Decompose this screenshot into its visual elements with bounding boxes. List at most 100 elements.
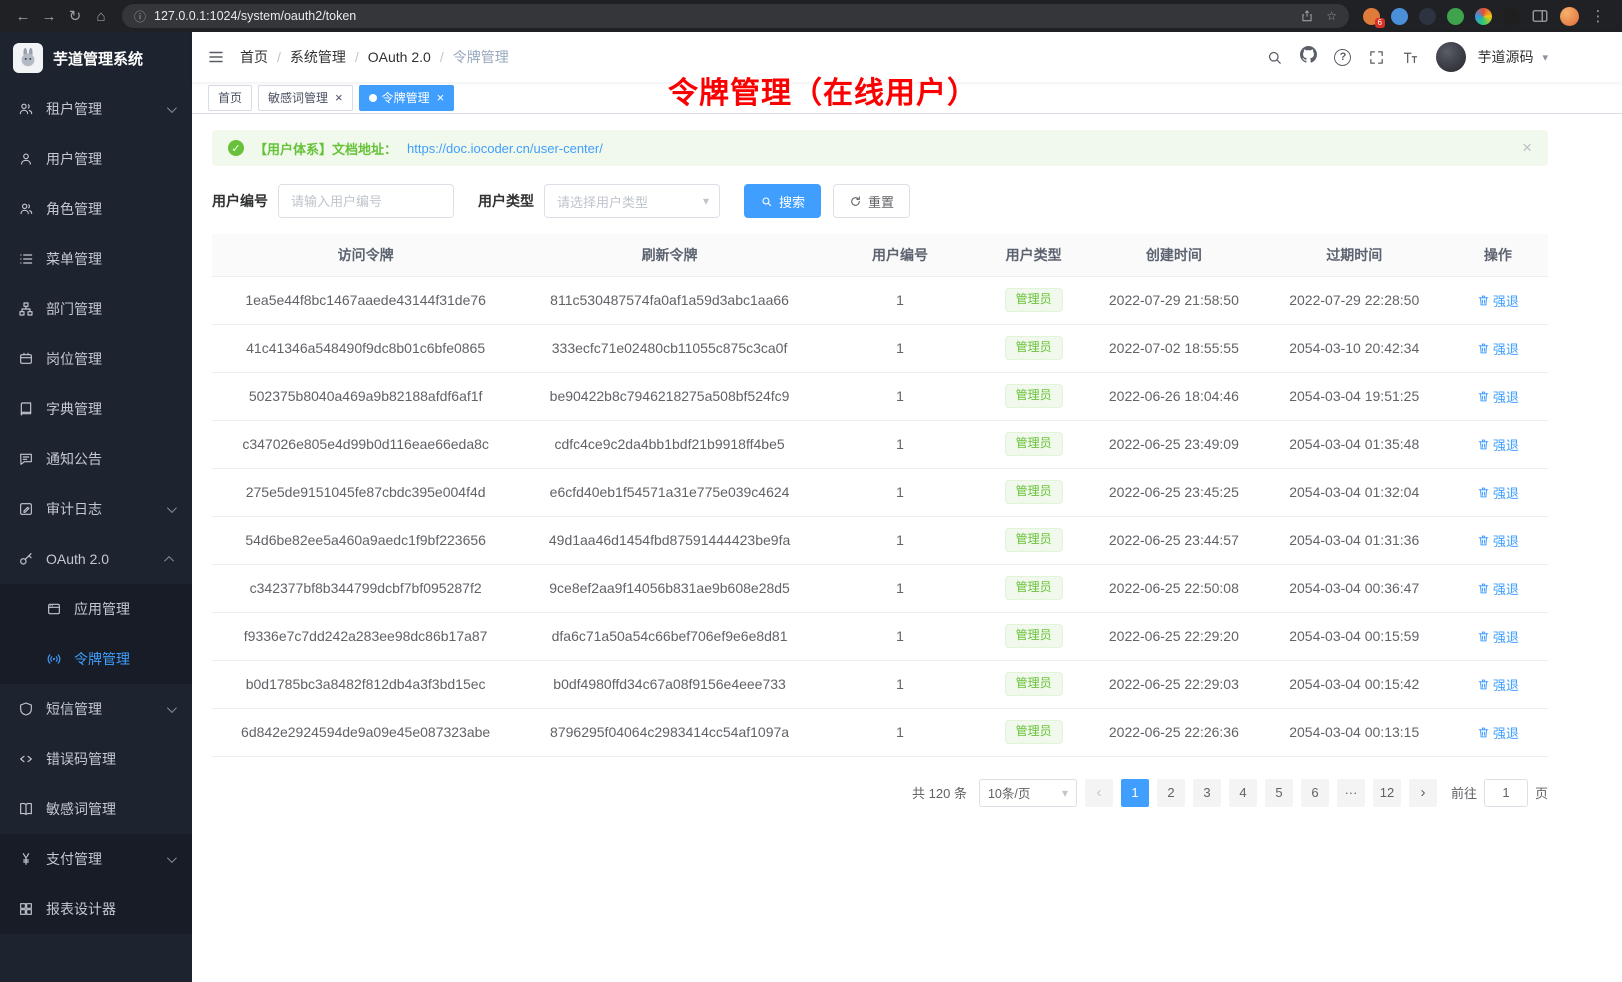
user-id-cell: 1 bbox=[820, 612, 980, 660]
action-cell: 强退 bbox=[1448, 564, 1548, 612]
sidebar-item-oauth[interactable]: OAuth 2.0 bbox=[0, 534, 192, 584]
app-logo[interactable]: 芋道管理系统 bbox=[0, 32, 192, 84]
back-icon[interactable]: ← bbox=[10, 3, 36, 29]
close-icon[interactable]: × bbox=[335, 91, 343, 104]
force-logout-link[interactable]: 强退 bbox=[1477, 723, 1519, 742]
sidebar-item-role[interactable]: 角色管理 bbox=[0, 184, 192, 234]
access-token-cell: 41c41346a548490f9dc8b01c6bfe0865 bbox=[212, 324, 519, 372]
force-logout-link[interactable]: 强退 bbox=[1477, 579, 1519, 598]
pager-page-5[interactable]: 5 bbox=[1265, 779, 1293, 807]
sidebar-item-notice[interactable]: 通知公告 bbox=[0, 434, 192, 484]
sidebar-item-sensitive-words[interactable]: 敏感词管理 bbox=[0, 784, 192, 834]
user-type-tag: 管理员 bbox=[1005, 336, 1063, 360]
grid-icon bbox=[18, 901, 34, 917]
extension-icon[interactable] bbox=[1503, 8, 1520, 25]
extension-icon[interactable]: 6 bbox=[1363, 8, 1380, 25]
help-icon[interactable]: ? bbox=[1334, 49, 1351, 66]
font-size-icon[interactable] bbox=[1402, 49, 1419, 66]
user-id-input[interactable] bbox=[278, 184, 454, 218]
sidebar-item-post[interactable]: 岗位管理 bbox=[0, 334, 192, 384]
tab-home[interactable]: 首页 bbox=[208, 85, 252, 111]
sidebar-item-audit-log[interactable]: 审计日志 bbox=[0, 484, 192, 534]
doc-link[interactable]: https://doc.iocoder.cn/user-center/ bbox=[407, 141, 603, 156]
goto-label: 前往 bbox=[1451, 783, 1477, 802]
breadcrumb-separator: / bbox=[355, 49, 359, 65]
browser-avatar[interactable] bbox=[1560, 7, 1579, 26]
next-page-button[interactable]: › bbox=[1409, 779, 1437, 807]
sidebar-item-app-management[interactable]: 应用管理 bbox=[0, 584, 192, 634]
sidebar-item-sms[interactable]: 短信管理 bbox=[0, 684, 192, 734]
search-button[interactable]: 搜索 bbox=[744, 184, 821, 218]
alert-close-icon[interactable]: × bbox=[1522, 138, 1532, 158]
created-time-cell: 2022-06-25 23:45:25 bbox=[1087, 468, 1261, 516]
force-logout-link[interactable]: 强退 bbox=[1477, 339, 1519, 358]
tab-sensitive-words[interactable]: 敏感词管理 × bbox=[258, 85, 353, 111]
user-type-cell: 管理员 bbox=[980, 612, 1087, 660]
pager-page-6[interactable]: 6 bbox=[1301, 779, 1329, 807]
created-time-cell: 2022-06-25 22:50:08 bbox=[1087, 564, 1261, 612]
reset-button[interactable]: 重置 bbox=[833, 184, 910, 218]
breadcrumb-item[interactable]: 首页 bbox=[240, 47, 268, 67]
sidebar-toggle-icon[interactable] bbox=[192, 32, 240, 82]
username[interactable]: 芋道源码 bbox=[1477, 47, 1533, 67]
search-icon[interactable] bbox=[1266, 49, 1283, 66]
sidebar-item-dict[interactable]: 字典管理 bbox=[0, 384, 192, 434]
sidebar-item-menu[interactable]: 菜单管理 bbox=[0, 234, 192, 284]
sidebar-item-report-designer[interactable]: 报表设计器 bbox=[0, 884, 192, 934]
sidebar-item-dept[interactable]: 部门管理 bbox=[0, 284, 192, 334]
site-info-icon[interactable]: ⓘ bbox=[134, 8, 146, 25]
extension-icon[interactable] bbox=[1419, 8, 1436, 25]
share-icon[interactable] bbox=[1300, 9, 1314, 23]
force-logout-link[interactable]: 强退 bbox=[1477, 483, 1519, 502]
sidebar-item-token-management[interactable]: 令牌管理 bbox=[0, 634, 192, 684]
extension-icon[interactable] bbox=[1447, 8, 1464, 25]
github-icon[interactable] bbox=[1300, 46, 1317, 68]
sidebar-item-label: 租户管理 bbox=[46, 99, 102, 119]
key-icon bbox=[18, 551, 34, 567]
goto-page-input[interactable] bbox=[1484, 779, 1528, 807]
extension-icon[interactable] bbox=[1391, 8, 1408, 25]
url-bar[interactable]: ⓘ 127.0.0.1:1024/system/oauth2/token ☆ bbox=[122, 4, 1349, 28]
page-size-select[interactable]: 10条/页 ▾ bbox=[979, 779, 1077, 807]
breadcrumb-item[interactable]: OAuth 2.0 bbox=[368, 49, 431, 65]
close-icon[interactable]: × bbox=[437, 91, 445, 104]
pager-page-3[interactable]: 3 bbox=[1193, 779, 1221, 807]
extension-icon[interactable] bbox=[1475, 8, 1492, 25]
force-logout-link[interactable]: 强退 bbox=[1477, 531, 1519, 550]
pager-page-12[interactable]: 12 bbox=[1373, 779, 1401, 807]
tab-token-management[interactable]: 令牌管理 × bbox=[359, 85, 455, 111]
refresh-token-cell: cdfc4ce9c2da4bb1bdf21b9918ff4be5 bbox=[519, 420, 820, 468]
sidebar-item-tenant[interactable]: 租户管理 bbox=[0, 84, 192, 134]
user-id-cell: 1 bbox=[820, 324, 980, 372]
force-logout-link[interactable]: 强退 bbox=[1477, 387, 1519, 406]
fullscreen-icon[interactable] bbox=[1368, 49, 1385, 66]
sidebar-item-label: 支付管理 bbox=[46, 849, 102, 869]
caret-down-icon[interactable]: ▾ bbox=[1542, 51, 1548, 64]
side-panel-icon[interactable] bbox=[1531, 7, 1549, 25]
force-logout-link[interactable]: 强退 bbox=[1477, 291, 1519, 310]
sidebar-item-error-code[interactable]: 错误码管理 bbox=[0, 734, 192, 784]
home-icon[interactable]: ⌂ bbox=[88, 3, 114, 29]
breadcrumb-item[interactable]: 系统管理 bbox=[290, 47, 346, 67]
bookmark-star-icon[interactable]: ☆ bbox=[1326, 9, 1337, 23]
pager-page-1[interactable]: 1 bbox=[1121, 779, 1149, 807]
pager-page-2[interactable]: 2 bbox=[1157, 779, 1185, 807]
sidebar-item-user[interactable]: 用户管理 bbox=[0, 134, 192, 184]
user-avatar[interactable] bbox=[1436, 42, 1466, 72]
user-type-cell: 管理员 bbox=[980, 708, 1087, 756]
sidebar-item-payment[interactable]: 支付管理 bbox=[0, 834, 192, 884]
force-logout-link[interactable]: 强退 bbox=[1477, 627, 1519, 646]
pager-page-4[interactable]: 4 bbox=[1229, 779, 1257, 807]
table-header-row: 访问令牌 刷新令牌 用户编号 用户类型 创建时间 过期时间 操作 bbox=[212, 234, 1548, 276]
pager-ellipsis[interactable]: ··· bbox=[1337, 779, 1365, 807]
force-logout-link[interactable]: 强退 bbox=[1477, 435, 1519, 454]
user-type-select[interactable]: 请选择用户类型 ▾ bbox=[544, 184, 720, 218]
prev-page-button[interactable]: ‹ bbox=[1085, 779, 1113, 807]
reload-icon[interactable]: ↻ bbox=[62, 3, 88, 29]
forward-icon[interactable]: → bbox=[36, 3, 62, 29]
force-logout-link[interactable]: 强退 bbox=[1477, 675, 1519, 694]
created-time-cell: 2022-06-26 18:04:46 bbox=[1087, 372, 1261, 420]
browser-menu-icon[interactable]: ⋮ bbox=[1590, 3, 1606, 29]
access-token-cell: 275e5de9151045fe87cbdc395e004f4d bbox=[212, 468, 519, 516]
expire-time-cell: 2054-03-04 01:31:36 bbox=[1261, 516, 1448, 564]
